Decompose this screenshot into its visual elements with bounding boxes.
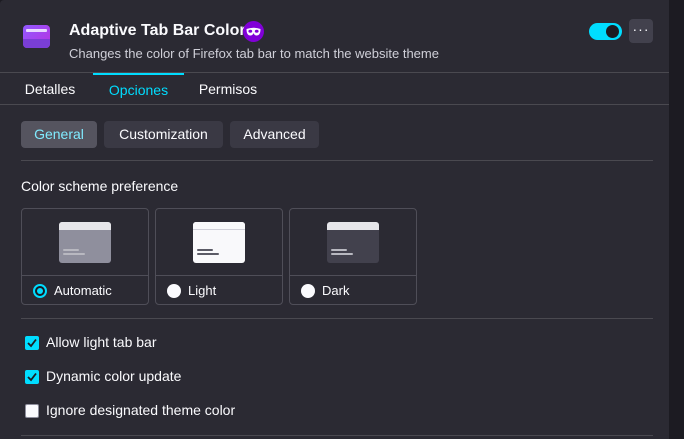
radio-label-light: Light [188,283,217,298]
addon-tabs: Detalles Opciones Permisos [0,72,669,105]
extension-description: Changes the color of Firefox tab bar to … [69,46,439,61]
ignore-theme-color-label: Ignore designated theme color [46,402,236,418]
dark-theme-thumbnail [327,222,379,263]
light-theme-thumbnail [193,222,245,263]
light-preview [156,209,282,276]
dark-preview [290,209,416,276]
tab-details[interactable]: Detalles [22,73,78,105]
scheme-option-light[interactable]: Light [155,208,283,305]
automatic-theme-thumbnail [59,222,111,263]
radio-light[interactable] [167,284,181,298]
allow-light-tab-bar-label: Allow light tab bar [46,334,157,350]
more-options-button[interactable]: ··· [629,19,653,43]
automatic-preview [22,209,148,276]
divider [21,435,653,436]
divider [21,318,653,319]
ignore-theme-color-checkbox[interactable] [25,404,39,418]
private-browsing-badge-icon [243,21,264,42]
radio-label-dark: Dark [322,283,350,298]
tab-options[interactable]: Opciones [93,73,184,105]
addon-panel: Adaptive Tab Bar Color Changes the color… [0,0,669,439]
radio-label-automatic: Automatic [54,283,112,298]
divider [21,160,653,161]
radio-automatic[interactable] [33,284,47,298]
allow-light-tab-bar-checkbox[interactable] [25,336,39,350]
tab-permissions[interactable]: Permisos [197,73,259,105]
radio-dark[interactable] [301,284,315,298]
subtab-advanced[interactable]: Advanced [230,121,319,148]
dynamic-color-update-label: Dynamic color update [46,368,182,384]
scheme-option-dark[interactable]: Dark [289,208,417,305]
extension-title: Adaptive Tab Bar Color [69,22,246,39]
enable-toggle[interactable] [589,23,622,40]
addon-header: Adaptive Tab Bar Color Changes the color… [0,0,669,72]
scrollbar[interactable] [669,0,684,439]
dynamic-color-update-checkbox[interactable] [25,370,39,384]
extension-icon [23,25,50,48]
subtab-general[interactable]: General [21,121,97,148]
scheme-option-automatic[interactable]: Automatic [21,208,149,305]
subtab-customization[interactable]: Customization [104,121,223,148]
color-scheme-label: Color scheme preference [21,178,179,194]
